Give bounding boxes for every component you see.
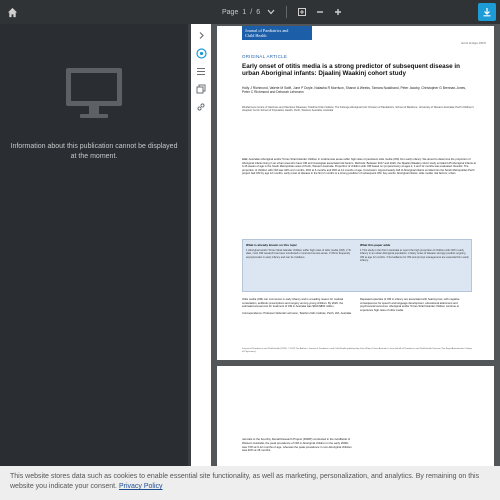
adds-heading: What this paper adds — [360, 243, 391, 247]
journal-logo: Journal of Paediatrics and Child Health — [242, 26, 312, 40]
expand-icon[interactable] — [191, 26, 211, 44]
affiliations: Wesfarmers Centre of Vaccines and Infect… — [242, 106, 474, 113]
total-pages: 6 — [256, 8, 261, 16]
zoom-out-icon[interactable] — [313, 5, 327, 19]
body-column-2: Repeated episodes of OM in infancy are a… — [360, 298, 460, 312]
author-list: Holly J Richmond, Valerie M Swift, June … — [242, 86, 466, 95]
abstract-text: Australian Aboriginal and/or Torres Stra… — [242, 158, 476, 176]
chevron-down-icon[interactable] — [264, 5, 278, 19]
link-icon[interactable] — [191, 98, 211, 116]
cookie-banner: This website stores data such as cookies… — [0, 466, 500, 500]
article-type: ORIGINAL ARTICLE — [242, 54, 288, 59]
abstract-heading: Aim: — [242, 158, 248, 161]
top-toolbar: Page 1 / 6 — [0, 0, 500, 24]
page-separator: / — [250, 8, 253, 16]
cookie-text: This website stores data such as cookies… — [10, 473, 480, 490]
page-label: Page — [222, 8, 239, 16]
toolbar-divider — [286, 6, 288, 18]
known-heading: What is already known on this topic — [246, 243, 298, 247]
current-page[interactable]: 1 — [242, 9, 246, 16]
page-footnote: Journal of Paediatrics and Child Health … — [242, 348, 472, 353]
page-2-text: referrals to the Koorliny Dental Researc… — [242, 437, 352, 453]
paper-title: Early onset of otitis media is a strong … — [242, 63, 460, 78]
privacy-policy-link[interactable]: Privacy Policy — [119, 483, 163, 490]
info-icon[interactable] — [191, 44, 211, 62]
home-icon[interactable] — [0, 0, 24, 24]
list-icon[interactable] — [191, 62, 211, 80]
page-navigator: Page 1 / 6 — [222, 0, 345, 24]
unavailable-message: Information about this publication canno… — [10, 143, 178, 160]
abstract: Aim: Australian Aboriginal and/or Torres… — [242, 158, 477, 176]
key-points-box: What is already known on this topic 1 Ab… — [242, 239, 472, 292]
body-column-1: Otitis media (OM) can commence in early … — [242, 298, 354, 315]
correspondence: Correspondence: Professor Deborah Lehman… — [242, 311, 352, 315]
journal-name-line2: Child Health — [245, 33, 267, 38]
fit-page-icon[interactable] — [295, 5, 309, 19]
body-column-1-text: Otitis media (OM) can commence in early … — [242, 298, 344, 309]
pdf-page-1: Journal of Paediatrics and Child Health … — [217, 26, 494, 360]
publication-info-panel: Information about this publication canno… — [0, 24, 188, 500]
known-text: 1 Aboriginal and/or Torres Strait Island… — [246, 249, 351, 259]
known-column: What is already known on this topic 1 Ab… — [246, 243, 356, 259]
copy-icon[interactable] — [191, 80, 211, 98]
side-tool-strip — [191, 24, 211, 500]
adds-text: 1 This study is the first in Australia t… — [360, 249, 469, 263]
download-icon[interactable] — [478, 3, 496, 21]
doi[interactable]: doi:10.1111/jpc.16070 — [461, 42, 486, 45]
document-viewer[interactable]: Journal of Paediatrics and Child Health … — [211, 24, 500, 500]
adds-column: What this paper adds 1 This study is the… — [360, 243, 470, 263]
zoom-in-icon[interactable] — [331, 5, 345, 19]
monitor-icon — [62, 60, 126, 129]
